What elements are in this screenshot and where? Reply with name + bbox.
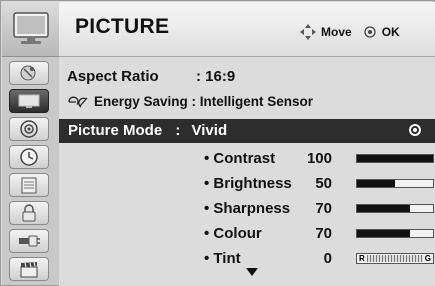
sharpness-row[interactable]: • Sharpness 70 (204, 200, 332, 218)
tint-red-label: R (359, 254, 365, 263)
aspect-ratio-value: : 16:9 (196, 68, 236, 85)
tv-osd-screen: PICTURE Move OK Aspect Ratio : 16:9 Ener… (0, 0, 435, 286)
nav-ok-label: OK (381, 25, 400, 39)
contrast-value: 100 (306, 150, 332, 167)
tint-green-label: G (424, 254, 431, 263)
picture-mode-row[interactable]: Picture Mode : Vivid (59, 119, 435, 143)
sharpness-value: 70 (315, 200, 332, 217)
sidebar-item-lock[interactable] (9, 201, 49, 225)
sidebar-item-movie[interactable] (9, 257, 49, 281)
contrast-row[interactable]: • Contrast 100 (204, 150, 332, 168)
sharpness-label: • Sharpness (204, 200, 291, 217)
clapperboard-icon (20, 261, 38, 278)
aspect-ratio-row[interactable]: Aspect Ratio : 16:9 (67, 68, 235, 85)
tint-row[interactable]: • Tint 0 (204, 250, 332, 268)
tv-monitor-icon (13, 12, 49, 44)
usb-plug-icon (19, 235, 40, 247)
brightness-row[interactable]: • Brightness 50 (204, 175, 332, 193)
colour-bar[interactable] (356, 229, 434, 238)
page-title: PICTURE (75, 15, 170, 38)
ok-button-icon (364, 26, 376, 38)
energy-saving-row[interactable]: Energy Saving : Intelligent Sensor (67, 94, 313, 109)
ok-select-icon (409, 124, 421, 136)
colour-row[interactable]: • Colour 70 (204, 225, 332, 243)
sidebar-item-audio[interactable] (9, 117, 49, 141)
contrast-bar[interactable] (356, 154, 434, 163)
lock-calendar-icon (21, 177, 37, 194)
picture-mode-text: Picture Mode : Vivid (68, 122, 227, 139)
brightness-bar[interactable] (356, 179, 434, 188)
move-arrows-icon (300, 24, 316, 40)
nav-move-label: Move (321, 25, 352, 39)
tint-bar[interactable]: R G (356, 253, 434, 264)
sidebar-item-picture[interactable] (9, 89, 49, 113)
clock-icon (20, 148, 38, 166)
sidebar-item-time[interactable] (9, 145, 49, 169)
padlock-icon (22, 204, 36, 222)
picture-menu: Aspect Ratio : 16:9 Energy Saving : Inte… (59, 57, 435, 286)
aspect-ratio-label: Aspect Ratio (67, 68, 159, 85)
sidebar-item-usb[interactable] (9, 229, 49, 253)
speaker-icon (20, 120, 38, 138)
scroll-down-arrow-icon[interactable] (246, 268, 258, 276)
sidebar-item-option[interactable] (9, 173, 49, 197)
energy-saving-icon (68, 96, 88, 108)
nav-hint: Move OK (299, 23, 400, 41)
colour-label: • Colour (204, 225, 262, 242)
tint-label: • Tint (204, 250, 241, 267)
category-sidebar (2, 2, 59, 285)
sidebar-tv-icon-area (2, 2, 59, 57)
colour-value: 70 (315, 225, 332, 242)
tv-screen-icon (18, 94, 40, 108)
brightness-label: • Brightness (204, 175, 292, 192)
picture-mode-label: Picture Mode (68, 122, 163, 139)
brightness-bar-fill (357, 180, 395, 187)
picture-mode-separator: : (175, 122, 181, 139)
sharpness-bar[interactable] (356, 204, 434, 213)
colour-bar-fill (357, 230, 411, 237)
satellite-dish-icon (20, 65, 36, 81)
brightness-value: 50 (315, 175, 332, 192)
tint-scale (366, 255, 423, 262)
contrast-label: • Contrast (204, 150, 276, 167)
energy-saving-label: Energy Saving : Intelligent Sensor (94, 94, 314, 109)
picture-mode-value: Vivid (191, 122, 228, 139)
sidebar-item-channel[interactable] (9, 61, 49, 85)
tint-value: 0 (323, 250, 332, 267)
menu-header: PICTURE Move OK (59, 2, 435, 57)
sharpness-bar-fill (357, 205, 411, 212)
contrast-bar-fill (357, 155, 433, 162)
